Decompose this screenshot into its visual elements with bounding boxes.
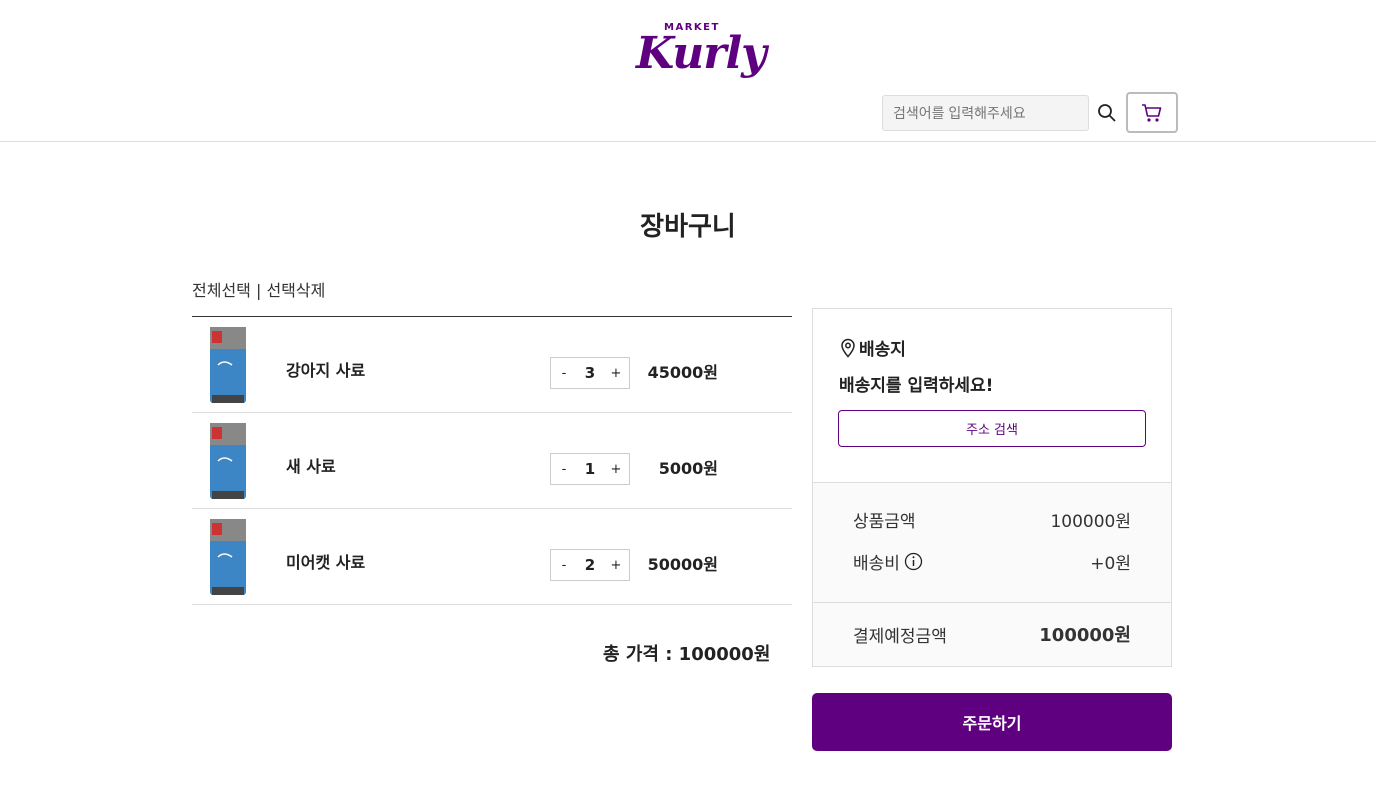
cart-item-row: 미어캣 사료 - 2 + 50000원: [192, 509, 792, 605]
qty-increase-button[interactable]: +: [609, 366, 623, 381]
location-pin-icon: [841, 338, 855, 358]
qty-value: 2: [584, 556, 596, 574]
payment-total-label: 결제예정금액: [853, 626, 947, 647]
product-amount-label: 상품금액: [853, 512, 916, 532]
shipping-fee-label-group: 배송비: [853, 549, 923, 574]
cart-icon: [1142, 103, 1162, 122]
delivery-message: 배송지를 입력하세요!: [839, 376, 994, 396]
shipping-fee-value: +0원: [1090, 554, 1131, 574]
shipping-fee-label: 배송비: [853, 554, 900, 574]
shipping-fee-row: 배송비 +0원: [853, 549, 1131, 574]
delivery-title-text: 배송지: [859, 340, 906, 360]
order-button[interactable]: 주문하기: [812, 693, 1172, 751]
item-price: 45000원: [647, 363, 718, 382]
cart-button[interactable]: [1126, 92, 1178, 133]
product-image: [210, 423, 246, 499]
cart-list: 강아지 사료 - 3 + 45000원 새 사료 - 1 + 5000원 미어캣…: [192, 316, 792, 605]
page-title: 장바구니: [640, 212, 736, 242]
cart-item-row: 강아지 사료 - 3 + 45000원: [192, 317, 792, 413]
item-price: 5000원: [658, 459, 718, 478]
header: MARKET Kurly: [0, 0, 1376, 142]
payment-total-section: 결제예정금액 100000원: [813, 603, 1171, 666]
price-summary: 상품금액 100000원 배송비 +0원: [813, 483, 1171, 603]
kurly-logo[interactable]: MARKET Kurly: [636, 22, 767, 90]
order-summary-panel: 배송지 배송지를 입력하세요! 주소 검색 상품금액 100000원 배송비 +…: [812, 308, 1172, 667]
qty-decrease-button[interactable]: -: [557, 462, 571, 477]
product-image: [210, 519, 246, 595]
payment-total-row: 결제예정금액 100000원: [853, 621, 1131, 647]
info-icon[interactable]: [904, 552, 923, 571]
qty-value: 1: [584, 460, 596, 478]
search-button[interactable]: [1089, 95, 1125, 131]
select-all-link[interactable]: 전체선택: [192, 281, 251, 300]
logo-kurly-text: Kurly: [636, 28, 767, 79]
product-image: [210, 327, 246, 403]
total-price: 총 가격 : 100000원: [603, 644, 771, 665]
separator: |: [250, 281, 267, 300]
quantity-stepper: - 1 +: [550, 453, 630, 485]
product-amount-row: 상품금액 100000원: [853, 507, 1131, 532]
product-name: 새 사료: [286, 457, 336, 476]
quantity-stepper: - 3 +: [550, 357, 630, 389]
address-search-button[interactable]: 주소 검색: [838, 410, 1146, 447]
delivery-title: 배송지: [839, 335, 906, 360]
cart-item-row: 새 사료 - 1 + 5000원: [192, 413, 792, 509]
delete-selected-link[interactable]: 선택삭제: [266, 281, 325, 300]
delivery-section: 배송지 배송지를 입력하세요! 주소 검색: [813, 309, 1171, 483]
search-icon: [1098, 104, 1116, 122]
search-input[interactable]: [882, 95, 1089, 131]
quantity-stepper: - 2 +: [550, 549, 630, 581]
item-price: 50000원: [647, 555, 718, 574]
qty-decrease-button[interactable]: -: [557, 366, 571, 381]
qty-increase-button[interactable]: +: [609, 558, 623, 573]
product-name: 강아지 사료: [286, 361, 366, 380]
payment-total-value: 100000원: [1039, 625, 1131, 646]
qty-value: 3: [584, 364, 596, 382]
qty-decrease-button[interactable]: -: [557, 558, 571, 573]
product-amount-value: 100000원: [1050, 512, 1131, 532]
selection-controls: 전체선택 | 선택삭제: [192, 277, 325, 301]
qty-increase-button[interactable]: +: [609, 462, 623, 477]
product-name: 미어캣 사료: [286, 553, 366, 572]
